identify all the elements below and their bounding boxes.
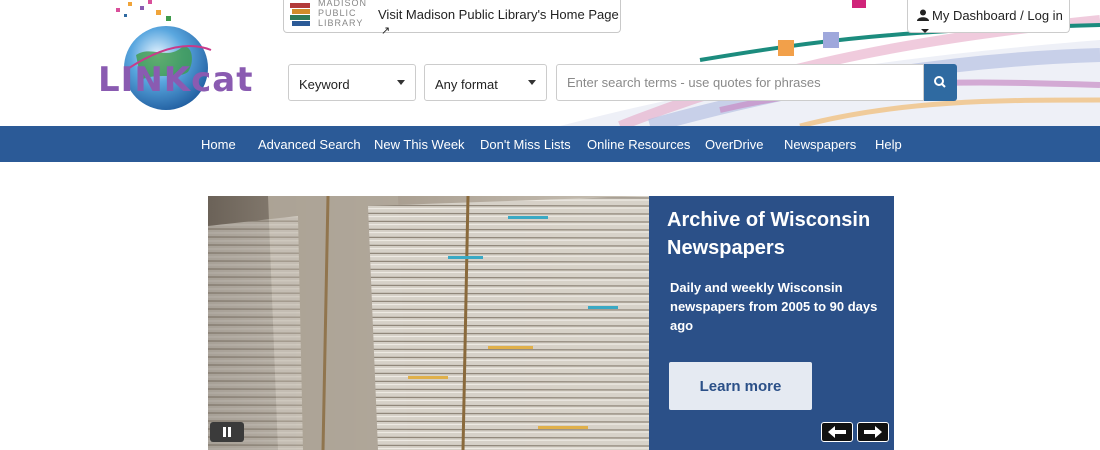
my-dashboard-label: My Dashboard / Log in — [932, 8, 1063, 23]
arrow-right-icon — [864, 426, 882, 438]
nav-overdrive[interactable]: OverDrive — [705, 137, 764, 152]
search-type-select[interactable]: Keyword — [288, 64, 416, 101]
madison-library-link[interactable]: MADISON PUBLIC LIBRARY Visit Madison Pub… — [283, 0, 621, 37]
format-value: Any format — [435, 77, 498, 92]
arrow-left-icon — [828, 426, 846, 438]
madison-library-logo-text: MADISON PUBLIC LIBRARY — [318, 0, 367, 28]
library-books-icon — [290, 3, 310, 26]
newspaper-stack-image — [208, 196, 649, 450]
library-home-label: Visit Madison Public Library's Home Page — [378, 7, 619, 22]
carousel-title: Archive of Wisconsin Newspapers — [667, 209, 871, 259]
nav-newspapers[interactable]: Newspapers — [784, 137, 856, 152]
search-type-value: Keyword — [299, 77, 350, 92]
nav-home[interactable]: Home — [201, 137, 236, 152]
featured-carousel: Archive of Wisconsin Newspapers Daily an… — [208, 196, 894, 450]
dropdown-arrow-icon — [397, 80, 405, 85]
my-dashboard-button[interactable]: My Dashboard / Log in — [907, 0, 1070, 33]
search-button[interactable] — [924, 64, 957, 101]
logo-line-2: PUBLIC — [318, 8, 357, 18]
nav-dont-miss-lists[interactable]: Don't Miss Lists — [480, 137, 571, 152]
nav-new-this-week[interactable]: New This Week — [374, 137, 465, 152]
chevron-down-icon — [921, 29, 929, 33]
logo-line-3: LIBRARY — [318, 18, 364, 28]
logo-line-1: MADISON — [318, 0, 368, 8]
external-link-icon: ↗ — [381, 25, 391, 37]
library-home-link[interactable]: Visit Madison Public Library's Home Page… — [378, 7, 620, 37]
linkcat-logo-text: LINKcat — [98, 60, 254, 100]
nav-help[interactable]: Help — [875, 137, 902, 152]
pause-icon — [223, 427, 231, 437]
carousel-pause-button[interactable] — [210, 422, 244, 442]
user-icon — [917, 9, 929, 21]
format-select[interactable]: Any format — [424, 64, 547, 101]
learn-more-button[interactable]: Learn more — [669, 362, 812, 410]
nav-online-resources[interactable]: Online Resources — [587, 137, 690, 152]
dropdown-arrow-icon — [528, 80, 536, 85]
carousel-caption-panel: Archive of Wisconsin Newspapers Daily an… — [649, 196, 894, 450]
carousel-prev-button[interactable] — [821, 422, 853, 442]
search-input[interactable] — [556, 64, 924, 101]
search-icon — [934, 76, 946, 88]
site-header: LINKcat MADISON PUBLIC LIBRARY Visit Mad… — [0, 0, 1100, 126]
carousel-next-button[interactable] — [857, 422, 889, 442]
nav-advanced-search[interactable]: Advanced Search — [258, 137, 361, 152]
main-nav: Home Advanced Search New This Week Don't… — [0, 126, 1100, 162]
carousel-subtitle: Daily and weekly Wisconsin newspapers fr… — [670, 280, 878, 333]
